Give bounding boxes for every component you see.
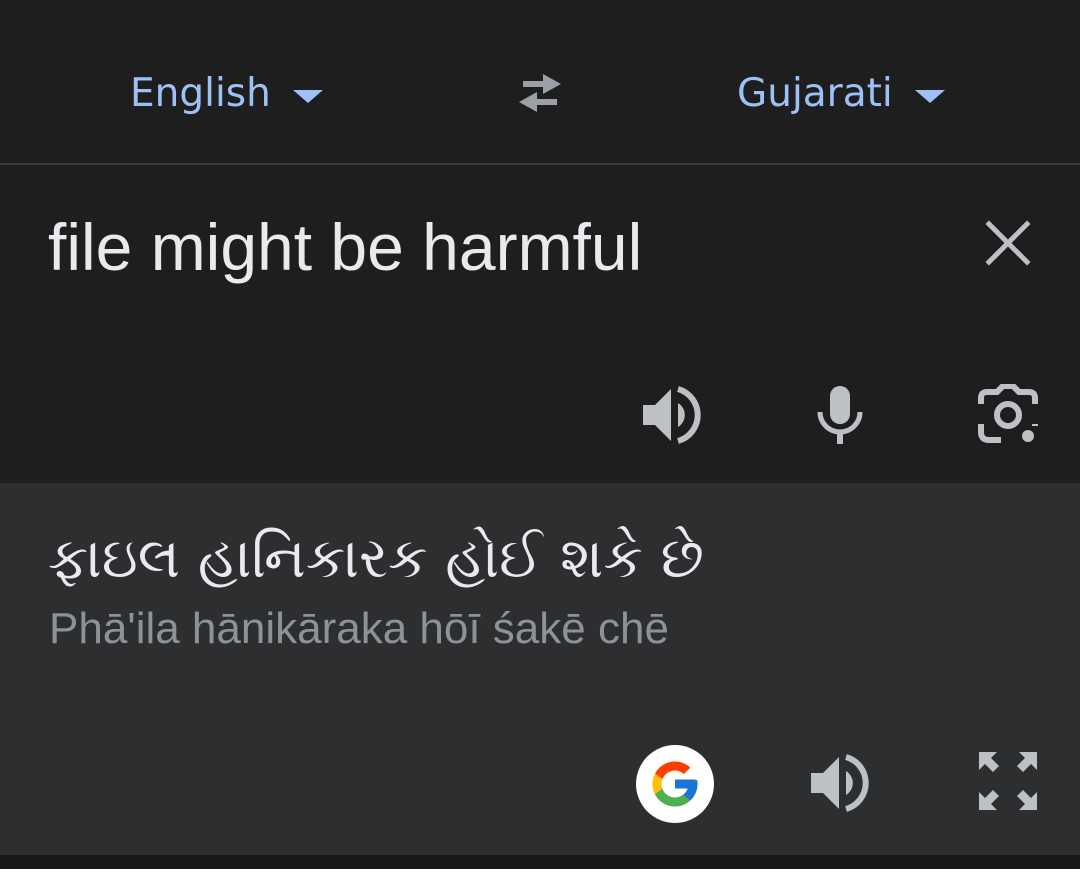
swap-languages-button[interactable] — [505, 66, 575, 120]
google-search-button[interactable] — [636, 745, 714, 823]
bottom-divider — [0, 855, 1080, 869]
source-language-selector[interactable]: English — [130, 62, 323, 124]
translation-output-panel: ફાઇલ હાનિકારક હોઈ શકે છે Phā'ila hānikār… — [0, 483, 1080, 855]
speaker-icon — [643, 386, 701, 444]
speaker-icon — [811, 754, 869, 812]
close-icon — [985, 220, 1031, 266]
fullscreen-button[interactable] — [972, 745, 1044, 817]
fullscreen-icon — [979, 752, 1037, 810]
swap-arrows-icon — [519, 74, 561, 112]
source-text-input[interactable]: file might be harmful — [48, 207, 642, 287]
source-input-panel[interactable]: file might be harmful — [0, 165, 1080, 483]
chevron-down-icon — [292, 89, 323, 103]
language-bar: English Gujarati — [0, 0, 1080, 165]
translate-app: English Gujarati file might be harmful ફ… — [0, 0, 1080, 869]
source-language-label: English — [130, 70, 271, 116]
listen-translation-button[interactable] — [802, 745, 878, 821]
chevron-down-icon — [914, 89, 945, 103]
target-language-label: Gujarati — [737, 70, 893, 116]
listen-source-button[interactable] — [634, 379, 710, 451]
camera-icon — [978, 384, 1038, 443]
clear-input-button[interactable] — [972, 207, 1044, 279]
google-icon — [652, 761, 698, 807]
camera-translate-button[interactable] — [972, 379, 1044, 449]
microphone-icon — [817, 386, 863, 444]
translated-text: ફાઇલ હાનિકારક હોઈ શકે છે — [48, 526, 704, 591]
transliteration-text: Phā'ila hānikāraka hōī śakē chē — [49, 604, 669, 653]
target-language-selector[interactable]: Gujarati — [737, 62, 945, 124]
microphone-button[interactable] — [806, 375, 874, 457]
